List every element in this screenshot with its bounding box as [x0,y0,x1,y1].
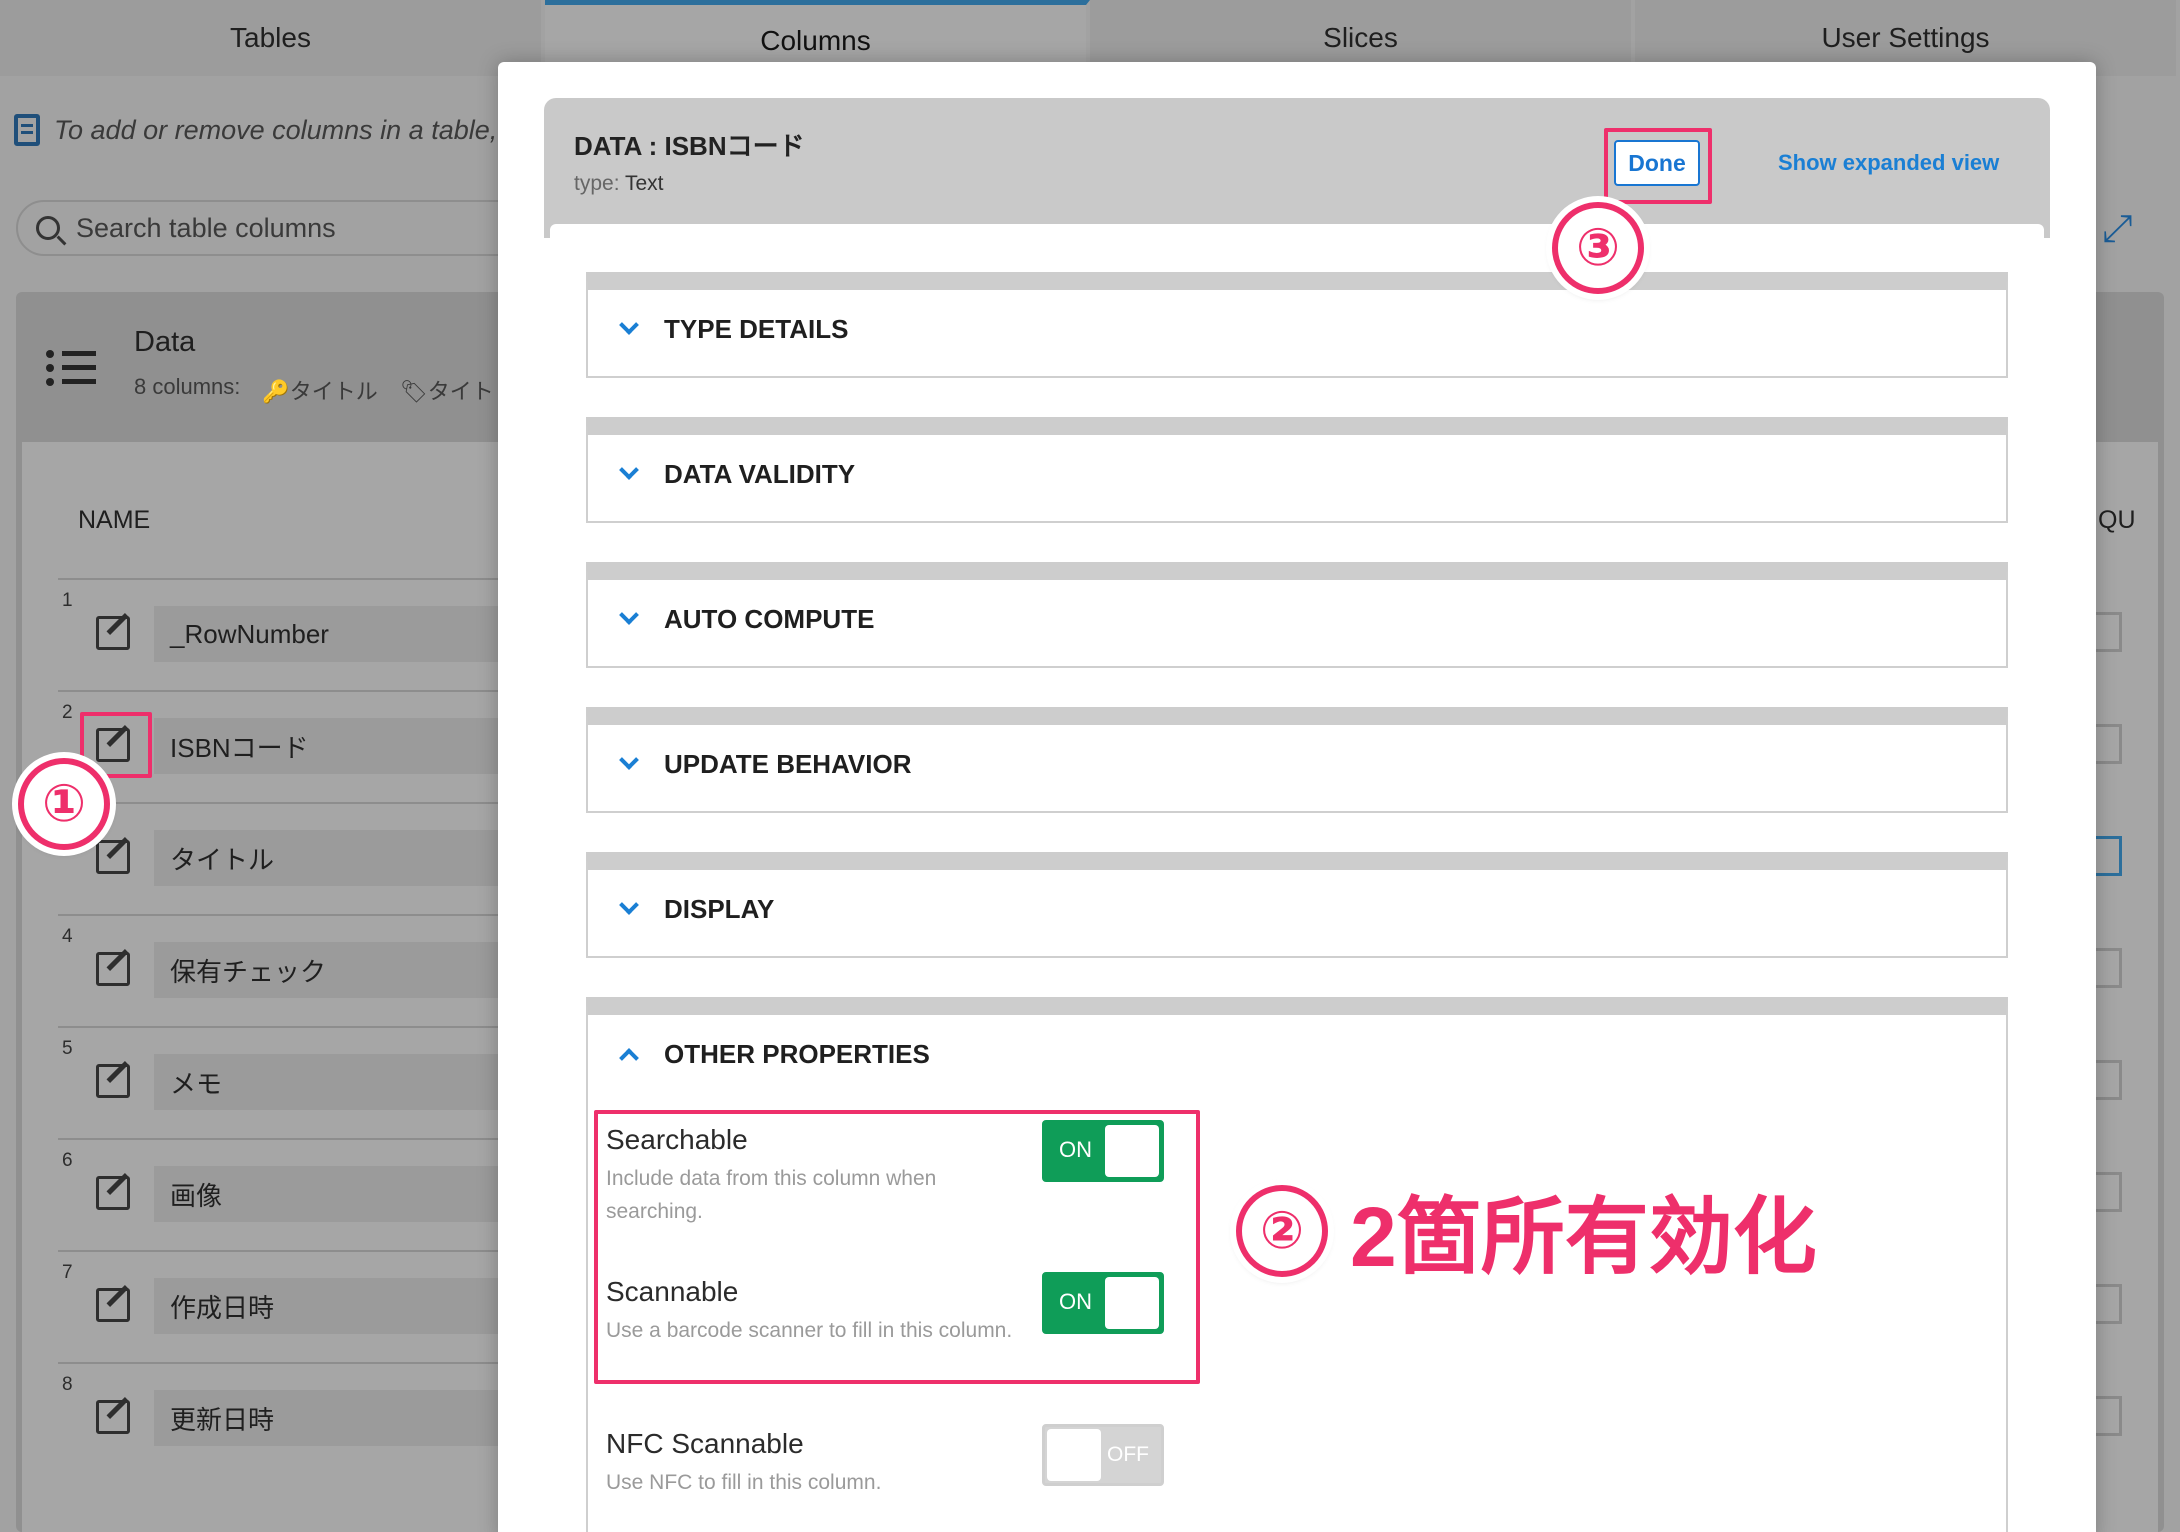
nfc-scannable-toggle[interactable]: OFF [1042,1424,1164,1486]
property-description: Use NFC to fill in this column. [606,1471,882,1494]
section-label: DATA VALIDITY [664,459,856,489]
row-number: 5 [62,1038,73,1059]
step-2-badge: ② [1236,1184,1328,1277]
columns-hint: To add or remove columns in a table, c [14,114,518,146]
show-expanded-view-link[interactable]: Show expanded view [1778,150,1999,176]
column-name-field[interactable]: メモ [154,1054,514,1110]
chevron-down-icon [619,605,639,625]
column-name-field[interactable]: タイトル [154,830,514,886]
chevron-down-icon [619,750,639,770]
row-number: 7 [62,1262,73,1283]
section-label: DISPLAY [664,894,775,924]
column-name-field[interactable]: 保有チェック [154,942,514,998]
chevron-up-icon [619,1048,639,1068]
table-title: Data [134,326,196,358]
section-data-validity[interactable]: DATA VALIDITY [586,417,2008,523]
table-row: 1 _RowNumber [58,578,514,690]
edit-icon[interactable] [96,840,130,874]
book-icon [14,114,40,146]
toggles-highlight-box [594,1110,1200,1384]
column-type: type: Text [574,172,664,196]
column-name-field[interactable]: 更新日時 [154,1390,514,1446]
section-label: AUTO COMPUTE [664,604,875,634]
section-auto-compute[interactable]: AUTO COMPUTE [586,562,2008,668]
dialog-title: DATA : ISBNコード [574,131,805,161]
edit-icon[interactable] [96,1176,130,1210]
edit-icon[interactable] [96,952,130,986]
search-table-columns[interactable]: Search table columns [16,200,536,256]
table-row: 8 更新日時 [58,1362,514,1474]
search-icon [36,216,60,240]
chevron-down-icon [619,460,639,480]
column-name-field[interactable]: ISBNコード [154,718,514,774]
step-2-text: 2箇所有効化 [1350,1190,1817,1284]
column-count: 8 columns: [134,374,241,399]
step-2-callout: ② 2箇所有効化 [1236,1170,1817,1291]
edit-icon[interactable] [96,1288,130,1322]
property-title: NFC Scannable [606,1428,804,1459]
section-update-behavior[interactable]: UPDATE BEHAVIOR [586,707,2008,813]
done-highlight-box [1604,128,1712,204]
row-number: 2 [62,702,73,723]
type-label: type: [574,172,620,195]
step-3-badge: ③ [1552,202,1644,294]
chevron-down-icon [619,895,639,915]
table-row: 7 作成日時 [58,1250,514,1362]
list-icon [46,348,96,388]
label-column: 🏷タイト [399,379,494,404]
hint-text: To add or remove columns in a table, c [54,114,519,145]
row-number: 4 [62,926,73,947]
table-row: 4 保有チェック [58,914,514,1026]
edit-icon[interactable] [96,1064,130,1098]
table-row: 6 画像 [58,1138,514,1250]
section-label: TYPE DETAILS [664,314,849,344]
toggle-knob [1047,1429,1101,1481]
row-number: 1 [62,590,73,611]
column-name-field[interactable]: 作成日時 [154,1278,514,1334]
section-type-details[interactable]: TYPE DETAILS [586,272,2008,378]
table-row: 3 タイトル [58,802,514,914]
toggle-state: OFF [1107,1443,1149,1466]
type-value: Text [625,172,664,195]
column-name-field[interactable]: _RowNumber [154,606,514,662]
expand-icon[interactable]: ⤢ [2102,208,2132,251]
search-placeholder: Search table columns [76,212,336,243]
qu-column-header: QU [2098,506,2136,534]
edit-icon[interactable] [96,1400,130,1434]
section-display[interactable]: DISPLAY [586,852,2008,958]
name-column-header: NAME [78,506,151,534]
edit-icon[interactable] [96,616,130,650]
table-row: 5 メモ [58,1026,514,1138]
table-subtitle: 8 columns: 🔑タイトル 🏷タイト [134,374,494,406]
section-label: OTHER PROPERTIES [664,1039,930,1069]
section-label: UPDATE BEHAVIOR [664,749,912,779]
tab-tables[interactable]: Tables [0,0,545,76]
step-1-badge: ① [18,758,110,850]
chevron-down-icon [619,315,639,335]
column-name-field[interactable]: 画像 [154,1166,514,1222]
row-number: 6 [62,1150,73,1171]
nfc-scannable-property: NFC Scannable Use NFC to fill in this co… [606,1428,1026,1499]
key-column: 🔑タイトル [262,379,378,404]
row-number: 8 [62,1374,73,1395]
